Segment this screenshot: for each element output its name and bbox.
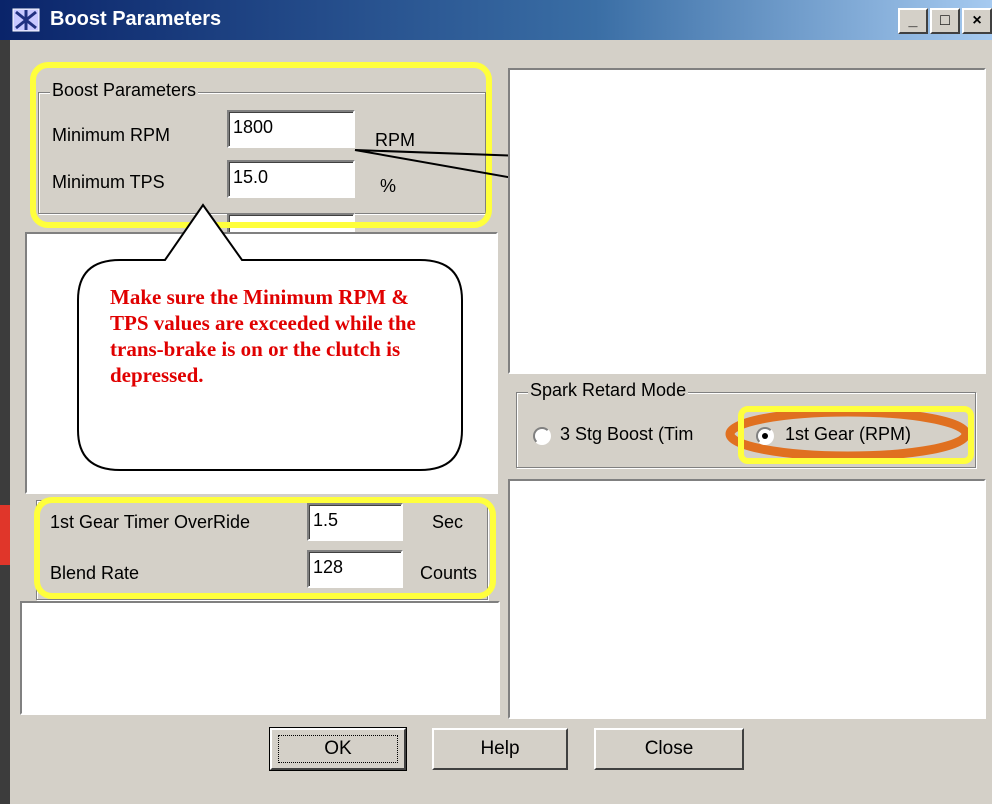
help-button[interactable]: Help bbox=[432, 728, 568, 770]
close-button-label: Close bbox=[644, 738, 694, 759]
focus-ring bbox=[278, 735, 398, 763]
bottom-right-panel bbox=[508, 479, 986, 719]
help-button-label: Help bbox=[480, 738, 520, 759]
gear-highlight bbox=[738, 406, 974, 464]
ok-button[interactable]: OK bbox=[269, 727, 407, 771]
close-button[interactable]: Close bbox=[594, 728, 744, 770]
